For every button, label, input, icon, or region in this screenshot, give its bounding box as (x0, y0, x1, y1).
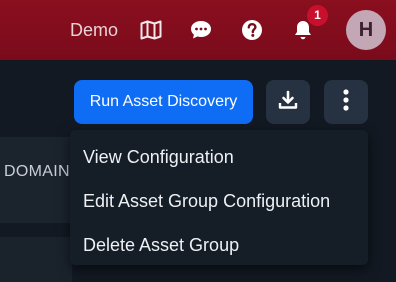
more-vertical-icon (343, 88, 349, 116)
table-row-panel (0, 237, 72, 282)
help-icon[interactable] (240, 18, 264, 42)
download-button[interactable] (266, 80, 310, 124)
top-bar: Demo 1 H (0, 0, 396, 60)
more-options-button[interactable] (324, 80, 368, 124)
menu-item-view-configuration[interactable]: View Configuration (70, 135, 368, 179)
chat-icon[interactable] (189, 18, 213, 42)
column-header-domain: DOMAIN (4, 163, 70, 180)
menu-item-delete-asset-group[interactable]: Delete Asset Group (70, 223, 368, 267)
avatar[interactable]: H (346, 10, 386, 50)
demo-label: Demo (70, 20, 119, 40)
menu-item-edit-asset-group-configuration[interactable]: Edit Asset Group Configuration (70, 179, 368, 223)
map-icon[interactable] (139, 18, 163, 42)
run-asset-discovery-button[interactable]: Run Asset Discovery (74, 80, 253, 124)
more-options-menu: View Configuration Edit Asset Group Conf… (70, 130, 368, 265)
download-icon (278, 90, 298, 115)
notification-badge: 1 (307, 5, 328, 26)
